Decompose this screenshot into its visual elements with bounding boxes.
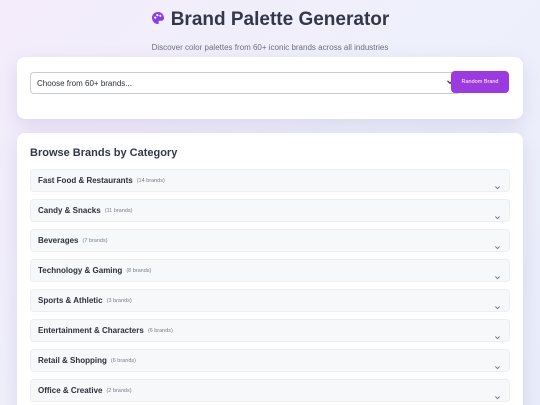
chevron-down-icon bbox=[494, 358, 501, 376]
chevron-down-icon bbox=[494, 178, 501, 196]
palette-icon bbox=[151, 11, 165, 30]
category-count: (8 brands) bbox=[126, 267, 152, 274]
category-name: Entertainment & Characters bbox=[38, 326, 144, 335]
category-name: Sports & Athletic bbox=[38, 296, 103, 305]
category-name: Technology & Gaming bbox=[38, 266, 123, 275]
brand-picker-card: Choose from 60+ brands... Random Brand bbox=[17, 57, 523, 119]
brand-select-value: Choose from 60+ brands... bbox=[37, 78, 132, 88]
category-count: (2 brands) bbox=[106, 387, 132, 394]
category-candy-snacks[interactable]: Candy & Snacks (11 brands) bbox=[30, 199, 510, 222]
category-technology-gaming[interactable]: Technology & Gaming (8 brands) bbox=[30, 259, 510, 282]
category-count: (11 brands) bbox=[104, 207, 133, 214]
category-entertainment-characters[interactable]: Entertainment & Characters (6 brands) bbox=[30, 319, 510, 342]
category-count: (6 brands) bbox=[110, 357, 136, 364]
category-count: (3 brands) bbox=[106, 297, 132, 304]
page-title: Brand Palette Generator bbox=[170, 9, 390, 30]
category-name: Fast Food & Restaurants bbox=[38, 176, 133, 185]
category-count: (14 brands) bbox=[136, 177, 165, 184]
chevron-down-icon bbox=[494, 268, 501, 286]
brand-select[interactable]: Choose from 60+ brands... bbox=[30, 72, 461, 94]
category-sports-athletic[interactable]: Sports & Athletic (3 brands) bbox=[30, 289, 510, 312]
category-list: Fast Food & Restaurants (14 brands) Cand… bbox=[30, 169, 510, 405]
category-fast-food[interactable]: Fast Food & Restaurants (14 brands) bbox=[30, 169, 510, 192]
page-subtitle: Discover color palettes from 60+ iconic … bbox=[151, 43, 389, 52]
chevron-down-icon bbox=[494, 388, 501, 405]
category-office-creative[interactable]: Office & Creative (2 brands) bbox=[30, 379, 510, 402]
category-retail-shopping[interactable]: Retail & Shopping (6 brands) bbox=[30, 349, 510, 372]
category-name: Candy & Snacks bbox=[38, 206, 101, 215]
chevron-down-icon bbox=[494, 328, 501, 346]
category-beverages[interactable]: Beverages (7 brands) bbox=[30, 229, 510, 252]
random-brand-button[interactable]: Random Brand bbox=[451, 71, 509, 93]
page-header: Brand Palette Generator Discover color p… bbox=[0, 8, 540, 52]
category-count: (7 brands) bbox=[82, 237, 108, 244]
chevron-down-icon bbox=[494, 208, 501, 226]
category-name: Office & Creative bbox=[38, 386, 103, 395]
chevron-down-icon bbox=[494, 298, 501, 316]
browse-title: Browse Brands by Category bbox=[30, 147, 178, 159]
chevron-down-icon bbox=[494, 238, 501, 256]
category-count: (6 brands) bbox=[147, 327, 173, 334]
title-row: Brand Palette Generator bbox=[0, 8, 540, 32]
category-name: Beverages bbox=[38, 236, 79, 245]
browse-categories-card: Browse Brands by Category Fast Food & Re… bbox=[17, 133, 523, 405]
category-name: Retail & Shopping bbox=[38, 356, 107, 365]
